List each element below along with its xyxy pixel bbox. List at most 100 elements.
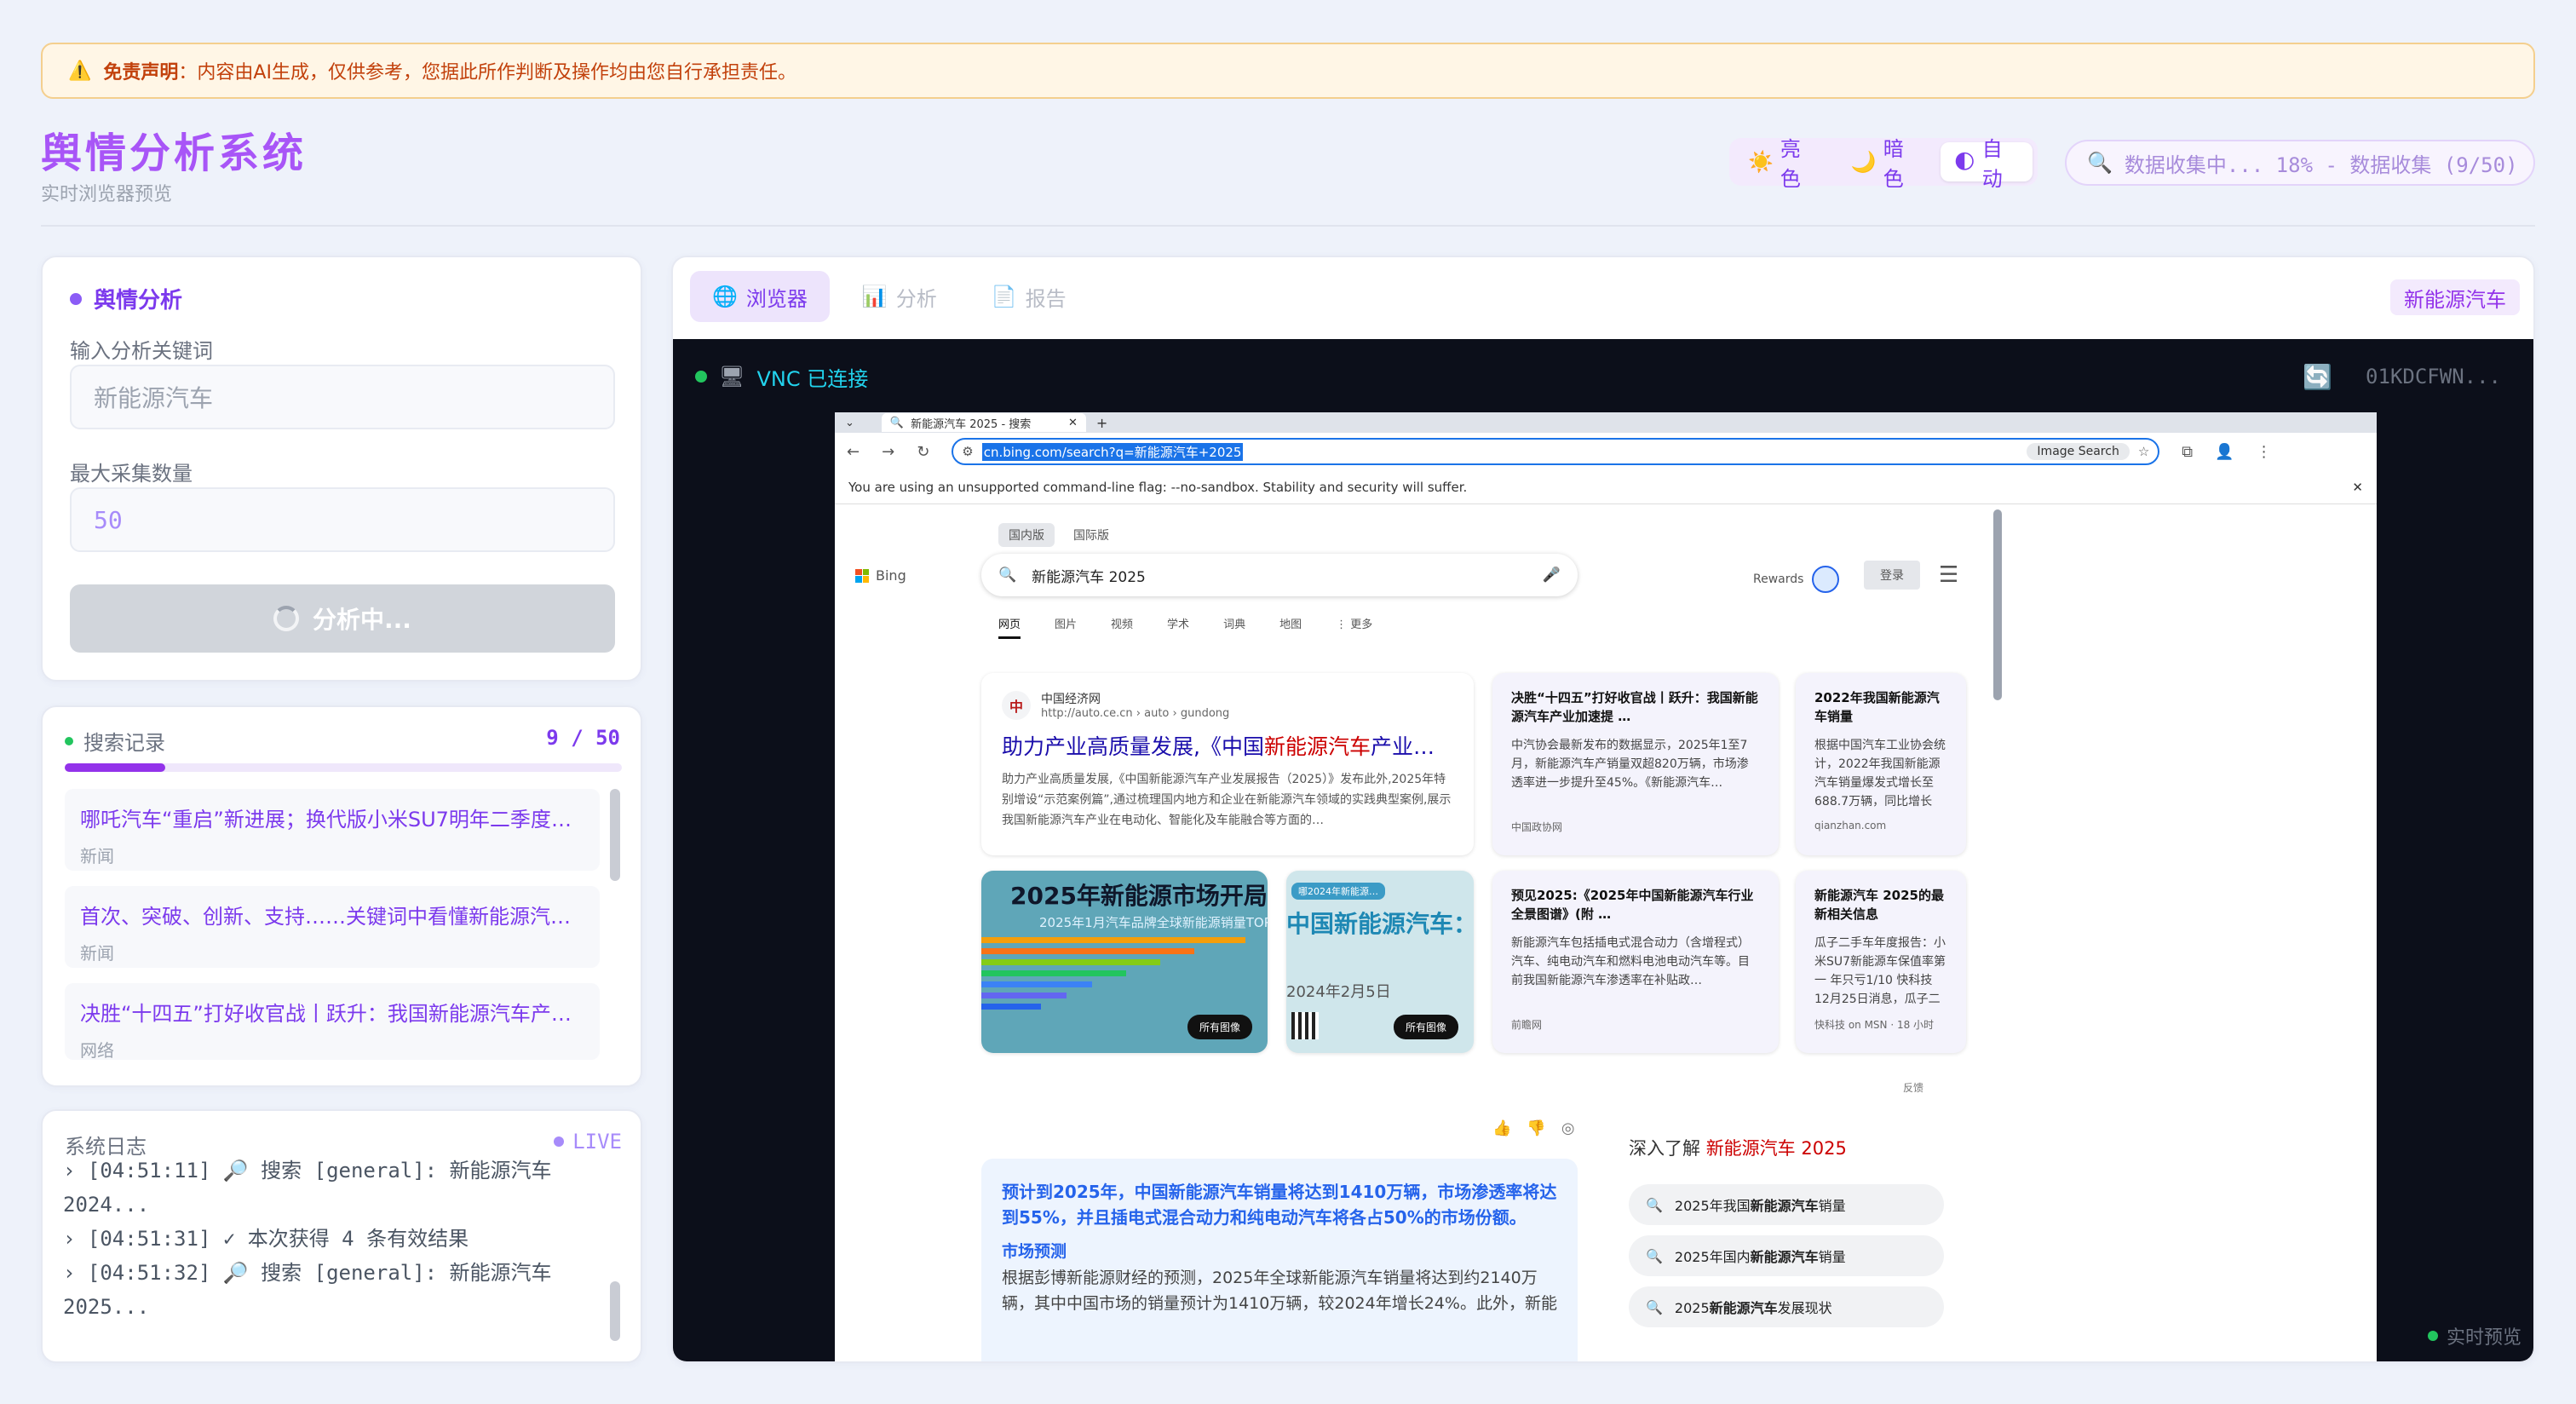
live-dot [2427,1331,2438,1341]
tab-report[interactable]: 📄 报告 [969,271,1089,322]
result-snippet: 助力产业高质量发展,《中国新能源汽车产业发展报告（2025）》发布此外,2025… [1002,773,1452,827]
news-card[interactable]: 决胜“十四五”打好收官战丨跃升：我国新能源汽车产业加速提 … 中汽协会最新发布的… [1492,673,1779,855]
nav-images[interactable]: 图片 [1055,615,1077,639]
tab-browser-label: 浏览器 [745,286,808,311]
document-icon: 📄 [991,285,1017,308]
history-item-title: 首次、突破、创新、支持……关键词中看懂新能源汽车产… [80,905,584,929]
live-preview-indicator: 实时预览 [2427,1322,2521,1349]
bing-search-input[interactable]: 🔍 新能源汽车 2025 🎤 [981,554,1578,596]
search-icon: 🔍 [1646,1247,1663,1264]
tab-report-label: 报告 [1025,286,1067,311]
image-search-button[interactable]: Image Search [2027,443,2130,460]
history-progress [65,763,622,772]
extensions-icon[interactable]: ⧉ [2182,443,2193,461]
related-search[interactable]: 🔍 2025新能源汽车发展现状 [1629,1286,1944,1327]
microphone-icon[interactable]: 🎤 [1543,567,1561,584]
scope-international[interactable]: 国际版 [1063,523,1119,547]
keyword-input[interactable]: 新能源汽车 [70,365,615,429]
history-header: 搜索记录 [65,726,165,756]
news-card[interactable]: 新能源汽车 2025的最新相关信息 瓜子二手车年度报告：小米SU7新能源车保值率… [1796,871,1966,1053]
view-tabs: 🌐 浏览器 📊 分析 📄 报告 [690,271,1089,322]
news-card[interactable]: 预见2025:《2025年中国新能源汽车行业全景图谱》(附 … 新能源汽车包括插… [1492,871,1779,1053]
history-item-title: 哪吒汽车“重启”新进展；换代版小米SU7明年二季度上… [80,808,584,831]
news-source: qianzhan.com [1814,820,1887,831]
live-indicator: LIVE [554,1130,622,1154]
chrome-toolbar: ← → ↻ ⚙ cn.bing.com/search?q=新能源汽车+2025 … [835,433,2377,470]
list-item[interactable]: 首次、突破、创新、支持……关键词中看懂新能源汽车产… 新闻 [65,886,600,968]
vnc-viewer: 🖥 VNC 已连接 🔄 01KDCFWN... ⌄ 🔍 新能源汽车 2025 -… [673,339,2533,1361]
chart-icon: 📊 [861,285,888,308]
answer-text: 根据彭博新能源财经的预测，2025年全球新能源汽车销量将达到约2140万辆，其中… [1002,1269,1557,1313]
feedback-link[interactable]: 反馈 [1903,1080,1923,1095]
image-result[interactable]: 哪2024年新能源… 中国新能源汽车：2024 年总结与 2025 预测 202… [1286,871,1474,1053]
nav-academic[interactable]: 学术 [1167,615,1189,639]
list-item[interactable]: 决胜“十四五”打好收官战丨跃升：我国新能源汽车产… 网络 [65,983,600,1061]
profile-icon[interactable]: 👤 [2215,443,2234,461]
analyze-button[interactable]: 分析中... [70,584,615,653]
half-circle-icon: 🌓 [1953,150,1975,174]
related-search[interactable]: 🔍 2025年我国新能源汽车销量 [1629,1184,1944,1225]
count-input[interactable]: 50 [70,487,615,552]
log-scrollbar[interactable] [610,1281,620,1341]
nav-more[interactable]: ⋮ 更多 [1336,615,1372,639]
monitor-icon: 🖥 [719,365,745,388]
infobar: You are using an unsupported command-lin… [835,470,2377,504]
theme-dark-button[interactable]: 🌙 暗色 [1837,137,1934,191]
chrome-tab[interactable]: 🔍 新能源汽车 2025 - 搜索 ✕ [881,413,1086,432]
rewards-icon [1812,566,1840,593]
theme-light-label: 亮色 [1780,137,1801,191]
history-progress-fill [65,763,165,772]
related-search[interactable]: 🔍 2025年国内新能源汽车销量 [1629,1235,1944,1276]
image-result[interactable]: 2025年新能源市场开局如何 2025年1月汽车品牌全球新能源销量TOP20 所… [981,871,1268,1053]
nav-videos[interactable]: 视频 [1111,615,1133,639]
nav-web[interactable]: 网页 [998,615,1021,639]
disclaimer-banner: ⚠️ 免责声明 ：内容由AI生成，仅供参考，您据此所作判断及操作均由您自行承担责… [41,43,2535,99]
collection-status: 🔍 数据收集中... 18% - 数据收集 (9/50) [2065,140,2535,186]
all-images-pill[interactable]: 所有图像 [1187,1015,1252,1039]
remote-screen[interactable]: ⌄ 🔍 新能源汽车 2025 - 搜索 ✕ + ← → ↻ ⚙ cn.bing.… [835,412,2377,1361]
live-dot [554,1136,565,1147]
nav-dictionary[interactable]: 词典 [1223,615,1245,639]
scope-domestic[interactable]: 国内版 [998,523,1055,547]
chevron-down-icon[interactable]: ⌄ [845,417,854,429]
image-bars [981,937,1245,1015]
history-scrollbar[interactable] [610,789,620,881]
history-dot [65,736,73,745]
reload-icon[interactable]: ↻ [917,443,929,461]
more-vert-icon[interactable]: ⋮ [2257,443,2272,461]
close-icon[interactable]: ✕ [2352,480,2363,495]
theme-light-button[interactable]: ☀️ 亮色 [1734,137,1831,191]
address-bar[interactable]: ⚙ cn.bing.com/search?q=新能源汽车+2025 Image … [952,438,2160,465]
globe-icon: 🌐 [712,285,738,308]
copilot-icon[interactable]: ◎ [1561,1119,1575,1137]
refresh-icon[interactable]: 🔄 [2303,363,2332,391]
site-info-icon[interactable]: ⚙ [962,444,973,459]
nav-maps[interactable]: 地图 [1279,615,1302,639]
login-button[interactable]: 登录 [1864,561,1920,590]
list-item[interactable]: 哪吒汽车“重启”新进展；换代版小米SU7明年二季度上… 新闻 [65,789,600,871]
tab-browser[interactable]: 🌐 浏览器 [690,271,830,322]
result-title[interactable]: 助力产业高质量发展,《中国新能源汽车产业… [1002,730,1453,761]
forward-icon[interactable]: → [882,443,894,461]
thumbs-up-icon[interactable]: 👍 [1492,1119,1511,1137]
search-result-card[interactable]: 中 中国经济网 http://auto.ce.cn › auto › gundo… [981,673,1474,855]
close-icon[interactable]: ✕ [1068,417,1078,429]
page-scrollbar[interactable] [1993,509,2002,700]
all-images-pill[interactable]: 所有图像 [1393,1015,1458,1039]
url-text: cn.bing.com/search?q=新能源汽车+2025 [981,442,1244,461]
vnc-status: VNC 已连接 [756,366,869,391]
tab-analysis[interactable]: 📊 分析 [840,271,959,322]
news-text: 根据中国汽车工业协会统计，2022年我国新能源汽车销量爆发式增长至688.7万辆… [1814,739,1946,808]
answer-feedback: 👍 👎 ◎ [1492,1119,1575,1137]
news-card[interactable]: 2022年我国新能源汽车销量 根据中国汽车工业协会统计，2022年我国新能源汽车… [1796,673,1966,855]
log-line: › [04:51:31] ✓ 本次获得 4 条有效结果 [63,1227,469,1251]
new-tab-icon[interactable]: + [1096,415,1107,431]
related-header: 深入了解 新能源汽车 2025 [1629,1138,1847,1159]
back-icon[interactable]: ← [847,443,860,461]
rewards[interactable]: Rewards [1753,566,1840,593]
theme-auto-button[interactable]: 🌓 自动 [1940,137,2033,191]
thumbs-down-icon[interactable]: 👎 [1527,1119,1545,1137]
bing-logo[interactable]: Bing [855,567,906,584]
star-icon[interactable]: ☆ [2138,444,2149,459]
hamburger-icon[interactable]: ☰ [1939,562,1958,588]
